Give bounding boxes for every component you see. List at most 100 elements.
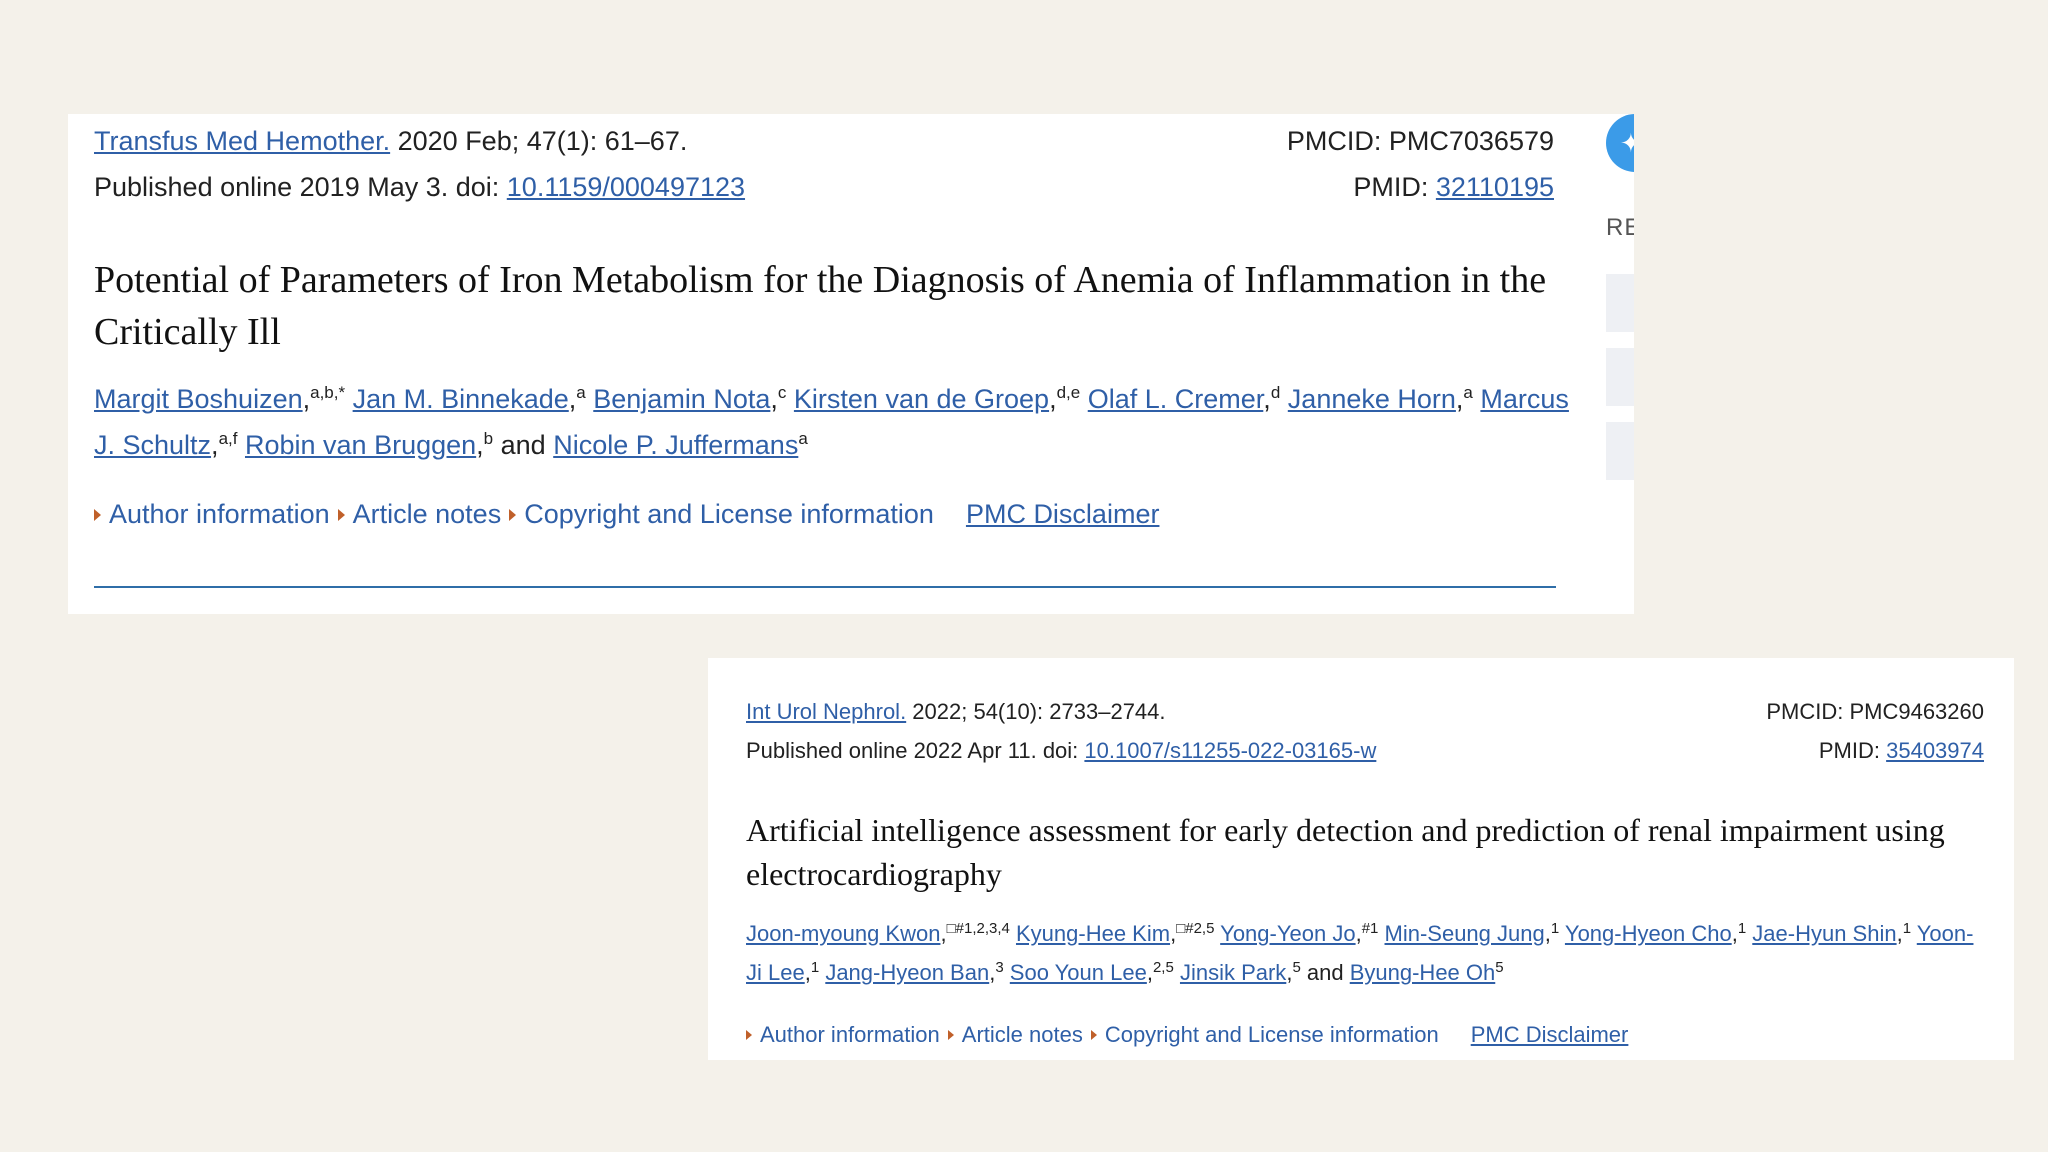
author-link[interactable]: Min-Seung Jung <box>1385 921 1545 946</box>
author-link[interactable]: Joon-myoung Kwon <box>746 921 940 946</box>
sidebar-heading: RE <box>1606 214 1634 241</box>
info-toggle-label: Author information <box>760 1022 940 1047</box>
info-toggle-label: Article notes <box>352 499 502 529</box>
info-toggle[interactable]: Article notes <box>337 496 502 532</box>
author-affiliation: □#1,2,3,4 <box>946 920 1010 937</box>
pmid-link[interactable]: 32110195 <box>1436 172 1554 202</box>
doi-link[interactable]: 10.1007/s11255-022-03165-w <box>1084 738 1376 763</box>
info-links-row: Author information Article notes Copyright… <box>94 496 1159 532</box>
info-toggle[interactable]: Article notes <box>947 1020 1083 1050</box>
caret-right-icon <box>337 509 345 521</box>
article-title: Potential of Parameters of Iron Metaboli… <box>94 259 1547 353</box>
caret-right-icon <box>1090 1030 1097 1040</box>
sidebar-block[interactable] <box>1606 422 1634 480</box>
author-link[interactable]: Margit Boshuizen <box>94 384 303 414</box>
author-link[interactable]: Jae-Hyun Shin <box>1752 921 1896 946</box>
citation-text: 2020 Feb; 47(1): 61–67. <box>390 126 688 156</box>
caret-right-icon <box>746 1030 752 1040</box>
info-toggle-label: Author information <box>109 499 330 529</box>
info-toggle[interactable]: Copyright and License information <box>509 496 934 532</box>
author-separator <box>345 384 353 414</box>
info-toggle-label: Article notes <box>961 1022 1083 1047</box>
author-link[interactable]: Kyung-Hee Kim <box>1016 921 1170 946</box>
author-affiliation: □#2,5 <box>1176 920 1215 937</box>
author-link[interactable]: Yong-Hyeon Cho <box>1565 921 1732 946</box>
article-card-2: Int Urol Nephrol. 2022; 54(10): 2733–274… <box>708 658 2014 1060</box>
author-list: Joon-myoung Kwon,□#1,2,3,4 Kyung-Hee Kim… <box>746 920 1974 985</box>
author-affiliation: 1 <box>810 959 820 976</box>
info-toggle-label: Copyright and License information <box>524 499 934 529</box>
author-link[interactable]: Byung-Hee Oh <box>1350 960 1496 985</box>
author-affiliation: d <box>1270 383 1281 402</box>
author-separator: and <box>1300 960 1350 985</box>
pmc-disclaimer-link[interactable]: PMC Disclaimer <box>966 499 1160 529</box>
published-row: Published online 2019 May 3. doi: 10.115… <box>94 170 1554 204</box>
author-separator <box>237 430 245 460</box>
author-list: Margit Boshuizen,a,b,* Jan M. Binnekade,… <box>94 383 1569 460</box>
author-affiliation: 5 <box>1495 959 1504 976</box>
card1-info-anchor <box>68 114 69 115</box>
sidebar-block[interactable] <box>1606 274 1634 332</box>
citation-row: Transfus Med Hemother. 2020 Feb; 47(1): … <box>94 124 1554 158</box>
author-affiliation: 5 <box>1292 959 1301 976</box>
author-affiliation: a <box>576 383 586 402</box>
caret-right-icon <box>509 509 517 521</box>
info-toggle[interactable]: Copyright and License information <box>1090 1020 1439 1050</box>
article-card-1: Transfus Med Hemother. 2020 Feb; 47(1): … <box>68 114 1634 614</box>
author-affiliation: a <box>1463 383 1473 402</box>
author-link[interactable]: Robin van Bruggen <box>245 430 476 460</box>
published-text: Published online 2019 May 3. doi: <box>94 172 507 202</box>
article-title: Artificial intelligence assessment for e… <box>746 812 1945 892</box>
info-links-row: Author information Article notes Copyright… <box>746 1020 1628 1050</box>
pmid: PMID: 35403974 <box>1819 737 1984 765</box>
author-link[interactable]: Jinsik Park <box>1180 960 1286 985</box>
caret-right-icon <box>947 1030 954 1040</box>
citation-text: 2022; 54(10): 2733–2744. <box>906 699 1166 724</box>
caret-right-icon <box>94 509 101 521</box>
author-separator: and <box>493 430 554 460</box>
author-link[interactable]: Jang-Hyeon Ban <box>825 960 989 985</box>
sidebar-block[interactable] <box>1606 348 1634 406</box>
author-affiliation: 2,5 <box>1152 959 1174 976</box>
pmcid: PMCID: PMC7036579 <box>1286 126 1554 156</box>
author-affiliation: a,b,* <box>310 383 346 402</box>
author-affiliation: 3 <box>995 959 1004 976</box>
pmid-link[interactable]: 35403974 <box>1886 738 1984 763</box>
pmid-label: PMID: <box>1818 738 1887 763</box>
author-separator <box>1280 384 1288 414</box>
pmid: PMID: 32110195 <box>1353 170 1554 204</box>
author-link[interactable]: Janneke Horn <box>1288 384 1456 414</box>
author-link[interactable]: Yong-Yeon Jo <box>1220 921 1355 946</box>
divider <box>94 586 1556 588</box>
doi-link[interactable]: 10.1159/000497123 <box>507 172 745 202</box>
author-link[interactable]: Kirsten van de Groep <box>794 384 1049 414</box>
author-affiliation: d,e <box>1056 383 1081 402</box>
share-sidebar: ✦ RE <box>1604 114 1634 614</box>
author-separator <box>1080 384 1088 414</box>
author-affiliation: a,f <box>218 429 238 448</box>
pmc-disclaimer-link[interactable]: PMC Disclaimer <box>1471 1022 1629 1047</box>
author-affiliation: b <box>483 429 494 448</box>
info-toggle[interactable]: Author information <box>94 496 330 532</box>
published-text: Published online 2022 Apr 11. doi: <box>746 738 1085 763</box>
twitter-icon[interactable]: ✦ <box>1606 114 1634 172</box>
journal-link[interactable]: Transfus Med Hemother. <box>94 126 390 156</box>
author-affiliation: 1 <box>1550 920 1560 937</box>
author-affiliation: a <box>798 429 808 448</box>
author-link[interactable]: Nicole P. Juffermans <box>553 430 798 460</box>
author-link[interactable]: Soo Youn Lee <box>1010 960 1147 985</box>
author-affiliation: 1 <box>1737 920 1747 937</box>
pmid-label: PMID: <box>1353 172 1436 202</box>
info-toggle[interactable]: Author information <box>746 1020 940 1050</box>
journal-link[interactable]: Int Urol Nephrol. <box>746 699 906 724</box>
citation-row: Int Urol Nephrol. 2022; 54(10): 2733–274… <box>746 698 1984 726</box>
author-affiliation: #1 <box>1361 920 1379 937</box>
pmcid: PMCID: PMC9463260 <box>1766 699 1984 724</box>
author-link[interactable]: Jan M. Binnekade <box>353 384 569 414</box>
published-row: Published online 2022 Apr 11. doi: 10.10… <box>746 737 1984 765</box>
author-affiliation: 1 <box>1902 920 1912 937</box>
info-toggle-label: Copyright and License information <box>1104 1022 1439 1047</box>
author-link[interactable]: Olaf L. Cremer <box>1088 384 1264 414</box>
author-link[interactable]: Benjamin Nota <box>593 384 770 414</box>
author-separator <box>786 384 794 414</box>
